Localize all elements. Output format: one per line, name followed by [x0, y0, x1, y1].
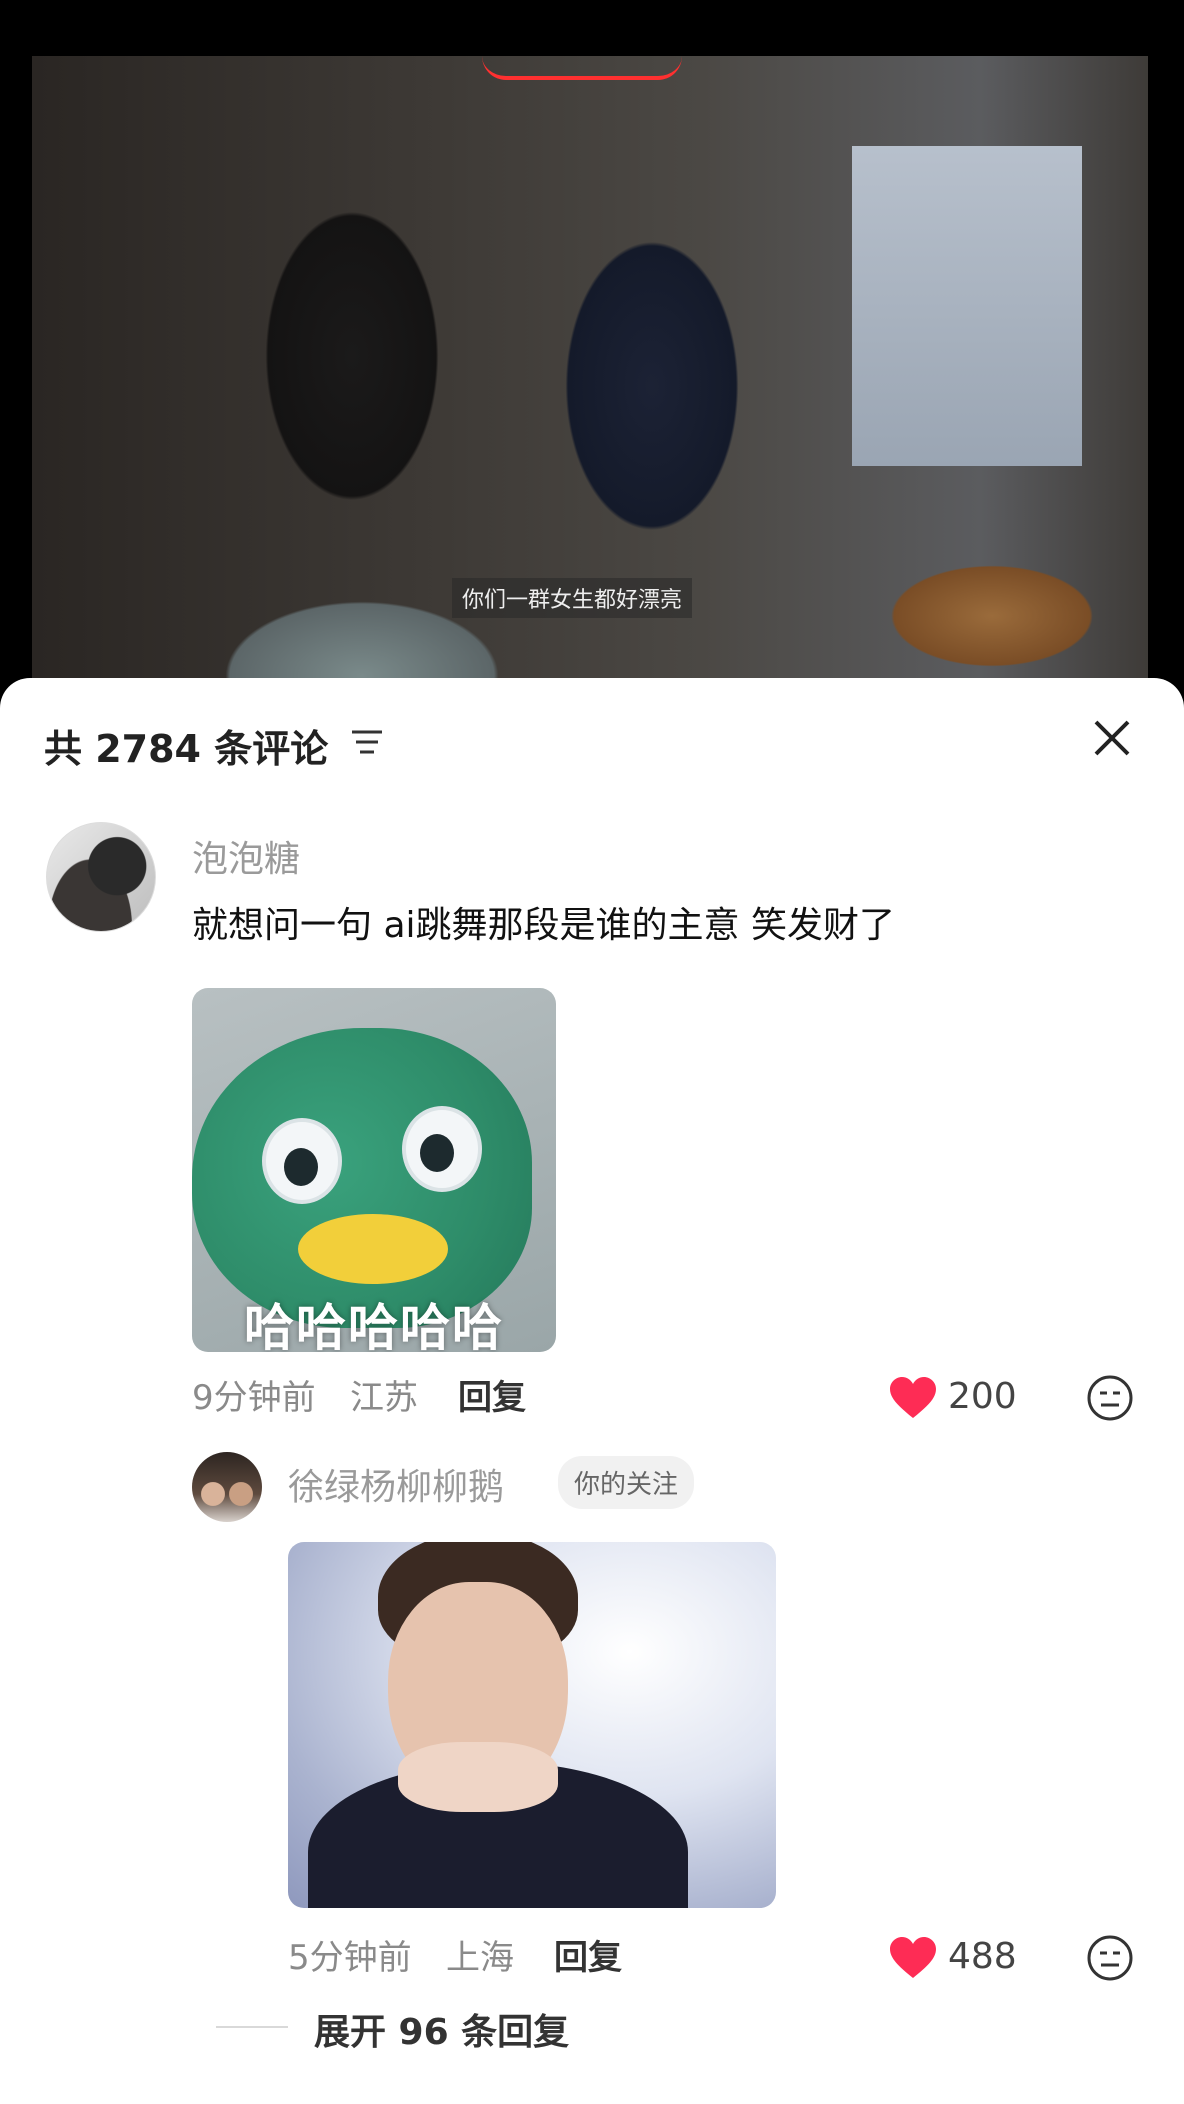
smirk-emoji-icon[interactable] — [1086, 1934, 1134, 1982]
sticker-pupil — [420, 1134, 454, 1172]
wall-board — [852, 146, 1082, 466]
comments-sheet: 共 2784 条评论 泡泡糖 就想问一句 ai跳舞那段是谁的主意 笑发财了 哈哈… — [0, 678, 1184, 2104]
video-player[interactable]: 你们一群女生都好漂亮 — [0, 0, 1184, 700]
comment-time: 9分钟前 — [192, 1378, 316, 1418]
reply-time: 5分钟前 — [288, 1938, 412, 1978]
neon-light — [482, 56, 682, 80]
avatar[interactable] — [46, 822, 156, 932]
heart-icon[interactable] — [888, 1376, 938, 1420]
video-frame: 你们一群女生都好漂亮 — [32, 56, 1148, 696]
image-figure-hands — [398, 1742, 558, 1812]
sticker-mouth — [298, 1214, 448, 1284]
expand-divider — [216, 2026, 288, 2028]
avatar[interactable] — [192, 1452, 262, 1522]
heart-icon[interactable] — [888, 1936, 938, 1980]
following-badge: 你的关注 — [558, 1456, 695, 1509]
comment-location: 江苏 — [350, 1378, 418, 1418]
like-count: 488 — [948, 1936, 1017, 1977]
comment-sticker-image[interactable]: 哈哈哈哈哈 — [192, 988, 556, 1352]
reply-location: 上海 — [446, 1938, 514, 1978]
sticker-caption: 哈哈哈哈哈 — [244, 1299, 504, 1352]
smirk-emoji-icon[interactable] — [1086, 1374, 1134, 1422]
comments-count-title: 共 2784 条评论 — [44, 727, 329, 771]
expand-replies-button[interactable]: 展开 96 条回复 — [314, 2003, 569, 2055]
like-count: 200 — [948, 1376, 1017, 1417]
close-icon[interactable] — [1090, 716, 1134, 760]
reply-username[interactable]: 徐绿杨柳柳鹅 — [288, 1458, 504, 1510]
reply-image[interactable] — [288, 1542, 776, 1908]
sticker-pupil — [284, 1148, 318, 1186]
reply-button[interactable]: 回复 — [554, 1930, 622, 1979]
video-subtitle: 你们一群女生都好漂亮 — [452, 578, 693, 618]
reply-button[interactable]: 回复 — [458, 1370, 526, 1419]
comment-text: 就想问一句 ai跳舞那段是谁的主意 笑发财了 — [192, 905, 895, 946]
comment-username[interactable]: 泡泡糖 — [192, 830, 300, 882]
filter-lines-icon[interactable] — [350, 728, 384, 756]
